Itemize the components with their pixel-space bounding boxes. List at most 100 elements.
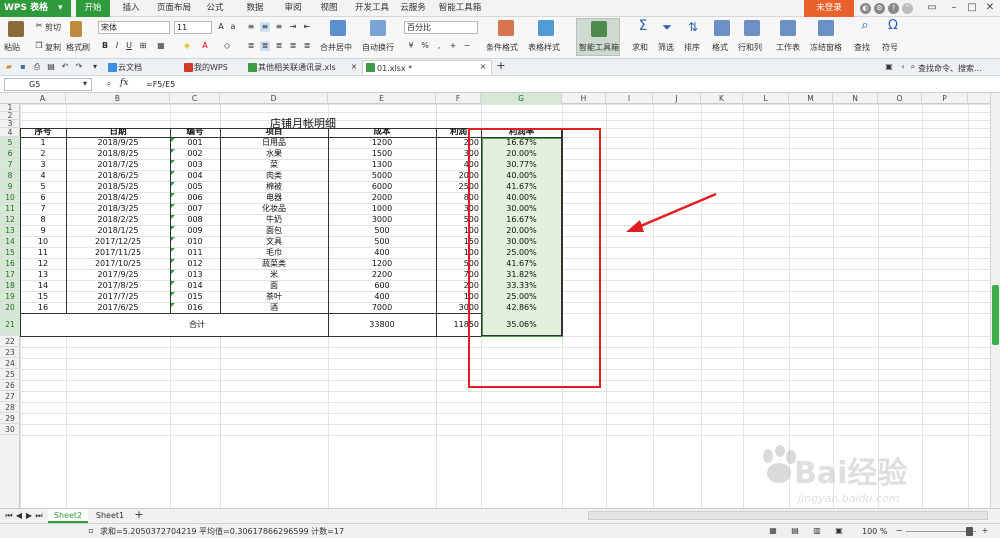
table-cell[interactable]: 6000 (328, 181, 436, 192)
table-cell[interactable]: 1200 (328, 137, 436, 148)
table-cell[interactable]: 1500 (328, 148, 436, 159)
table-cell[interactable]: 电器 (220, 192, 328, 203)
header-date[interactable]: 日期 (66, 128, 170, 137)
table-cell[interactable]: 13 (20, 269, 66, 280)
table-cell[interactable]: 蔬菜类 (220, 258, 328, 269)
table-cell[interactable]: 010 (170, 236, 220, 247)
table-cell[interactable]: 化妆品 (220, 203, 328, 214)
table-cell[interactable]: 2017/8/25 (66, 280, 170, 291)
table-cell[interactable]: 米 (220, 269, 328, 280)
table-cell[interactable]: 12 (20, 258, 66, 269)
table-cell[interactable]: 007 (170, 203, 220, 214)
table-cell[interactable]: 2017/11/25 (66, 247, 170, 258)
table-cell[interactable]: 牛奶 (220, 214, 328, 225)
next-sheet-icon[interactable]: ▶ (24, 511, 34, 521)
zoom-in-icon[interactable]: + (980, 526, 990, 536)
table-cell[interactable]: 14 (20, 280, 66, 291)
table-cell[interactable]: 15 (20, 291, 66, 302)
table-cell[interactable]: 酒 (220, 302, 328, 313)
table-cell[interactable]: 400 (328, 247, 436, 258)
table-cell[interactable]: 文具 (220, 236, 328, 247)
table-cell[interactable]: 5000 (328, 170, 436, 181)
table-cell[interactable]: 600 (328, 280, 436, 291)
table-cell[interactable]: 2018/3/25 (66, 203, 170, 214)
table-cell[interactable]: 2017/12/25 (66, 236, 170, 247)
table-cell[interactable]: 013 (170, 269, 220, 280)
sheet-tab-sheet2[interactable]: Sheet2 (48, 509, 88, 523)
header-cost[interactable]: 成本 (328, 128, 436, 137)
table-cell[interactable]: 004 (170, 170, 220, 181)
header-item[interactable]: 项目 (220, 128, 328, 137)
table-cell[interactable]: 2018/2/25 (66, 214, 170, 225)
prev-sheet-icon[interactable]: ◀ (14, 511, 24, 521)
table-cell[interactable]: 2200 (328, 269, 436, 280)
table-cell[interactable]: 006 (170, 192, 220, 203)
table-cell[interactable]: 2018/7/25 (66, 159, 170, 170)
table-cell[interactable]: 003 (170, 159, 220, 170)
sheet-tab-sheet1[interactable]: Sheet1 (90, 509, 130, 523)
table-cell[interactable]: 009 (170, 225, 220, 236)
table-cell[interactable]: 水果 (220, 148, 328, 159)
table-cell[interactable]: 2000 (328, 192, 436, 203)
table-cell[interactable]: 500 (328, 236, 436, 247)
first-sheet-icon[interactable]: ⏮ (4, 511, 14, 521)
table-cell[interactable]: 3000 (328, 214, 436, 225)
table-cell[interactable]: 2018/4/25 (66, 192, 170, 203)
table-cell[interactable]: 2017/7/25 (66, 291, 170, 302)
table-cell[interactable]: 008 (170, 214, 220, 225)
table-cell[interactable]: 2018/5/25 (66, 181, 170, 192)
table-cell[interactable]: 2018/1/25 (66, 225, 170, 236)
page-layout-view-icon[interactable]: ▥ (812, 526, 822, 536)
table-cell[interactable]: 011 (170, 247, 220, 258)
table-cell[interactable]: 7 (20, 203, 66, 214)
table-cell[interactable]: 2017/10/25 (66, 258, 170, 269)
reading-mode-icon[interactable]: ▣ (834, 526, 844, 536)
total-cost[interactable]: 33800 (328, 313, 436, 336)
table-cell[interactable]: 500 (328, 225, 436, 236)
table-cell[interactable]: 3 (20, 159, 66, 170)
table-cell[interactable]: 1200 (328, 258, 436, 269)
table-cell[interactable]: 7000 (328, 302, 436, 313)
header-code[interactable]: 编号 (170, 128, 220, 137)
page-break-view-icon[interactable]: ▤ (790, 526, 800, 536)
table-cell[interactable]: 茶叶 (220, 291, 328, 302)
table-cell[interactable]: 1300 (328, 159, 436, 170)
table-cell[interactable]: 1000 (328, 203, 436, 214)
zoom-slider-handle[interactable] (966, 527, 973, 536)
table-cell[interactable]: 2018/6/25 (66, 170, 170, 181)
last-sheet-icon[interactable]: ⏭ (34, 511, 44, 521)
table-cell[interactable]: 1 (20, 137, 66, 148)
table-cell[interactable]: 016 (170, 302, 220, 313)
table-cell[interactable]: 2017/6/25 (66, 302, 170, 313)
table-cell[interactable]: 6 (20, 192, 66, 203)
table-cell[interactable]: 2017/9/25 (66, 269, 170, 280)
table-cell[interactable]: 面包 (220, 225, 328, 236)
table-cell[interactable]: 2018/9/25 (66, 137, 170, 148)
table-cell[interactable]: 9 (20, 225, 66, 236)
table-cell[interactable]: 015 (170, 291, 220, 302)
vertical-scroll-thumb[interactable] (992, 285, 999, 345)
table-cell[interactable]: 8 (20, 214, 66, 225)
table-cell[interactable]: 012 (170, 258, 220, 269)
table-cell[interactable]: 16 (20, 302, 66, 313)
table-cell[interactable]: 2018/8/25 (66, 148, 170, 159)
table-cell[interactable]: 日用品 (220, 137, 328, 148)
zoom-out-icon[interactable]: − (894, 526, 904, 536)
table-cell[interactable]: 5 (20, 181, 66, 192)
table-cell[interactable]: 11 (20, 247, 66, 258)
normal-view-icon[interactable]: ▦ (768, 526, 778, 536)
header-index[interactable]: 序号 (20, 128, 66, 137)
table-cell[interactable]: 005 (170, 181, 220, 192)
table-cell[interactable]: 400 (328, 291, 436, 302)
table-cell[interactable]: 001 (170, 137, 220, 148)
table-cell[interactable]: 002 (170, 148, 220, 159)
table-cell[interactable]: 面 (220, 280, 328, 291)
table-cell[interactable]: 肉类 (220, 170, 328, 181)
total-label[interactable]: 合计 (66, 313, 328, 336)
table-cell[interactable]: 菜 (220, 159, 328, 170)
table-cell[interactable]: 棉被 (220, 181, 328, 192)
table-cell[interactable]: 2 (20, 148, 66, 159)
table-cell[interactable]: 4 (20, 170, 66, 181)
table-cell[interactable]: 毛巾 (220, 247, 328, 258)
table-cell[interactable]: 10 (20, 236, 66, 247)
